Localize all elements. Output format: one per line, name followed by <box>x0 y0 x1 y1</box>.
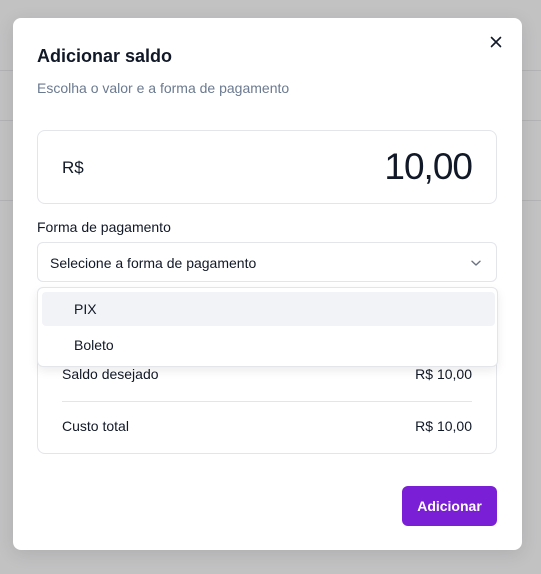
amount-input[interactable] <box>212 145 472 189</box>
modal-subtitle: Escolha o valor e a forma de pagamento <box>37 80 290 96</box>
payment-method-select[interactable]: Selecione a forma de pagamento <box>37 242 497 282</box>
chevron-down-icon <box>471 260 481 266</box>
summary-row-value: R$ 10,00 <box>415 418 472 434</box>
payment-method-dropdown: PIX Boleto <box>37 287 498 367</box>
summary-row-label: Custo total <box>62 418 129 434</box>
payment-method-label: Forma de pagamento <box>37 219 171 235</box>
payment-method-placeholder: Selecione a forma de pagamento <box>50 255 257 271</box>
summary-divider <box>62 401 472 402</box>
payment-option-label: PIX <box>74 301 97 317</box>
summary-row: Saldo desejado R$ 10,00 <box>62 366 472 386</box>
modal-title: Adicionar saldo <box>37 46 173 66</box>
payment-option-boleto[interactable]: Boleto <box>42 328 495 362</box>
amount-field-box[interactable]: R$ <box>37 130 497 204</box>
add-balance-button[interactable]: Adicionar <box>402 486 497 526</box>
summary-row: Custo total R$ 10,00 <box>62 418 472 438</box>
close-button[interactable] <box>488 34 504 50</box>
add-balance-modal: Adicionar saldo Escolha o valor e a form… <box>13 18 522 550</box>
currency-label: R$ <box>62 158 84 177</box>
payment-option-label: Boleto <box>74 337 114 353</box>
payment-option-pix[interactable]: PIX <box>42 292 495 326</box>
summary-row-label: Saldo desejado <box>62 366 159 382</box>
close-icon <box>490 36 502 48</box>
summary-row-value: R$ 10,00 <box>415 366 472 382</box>
